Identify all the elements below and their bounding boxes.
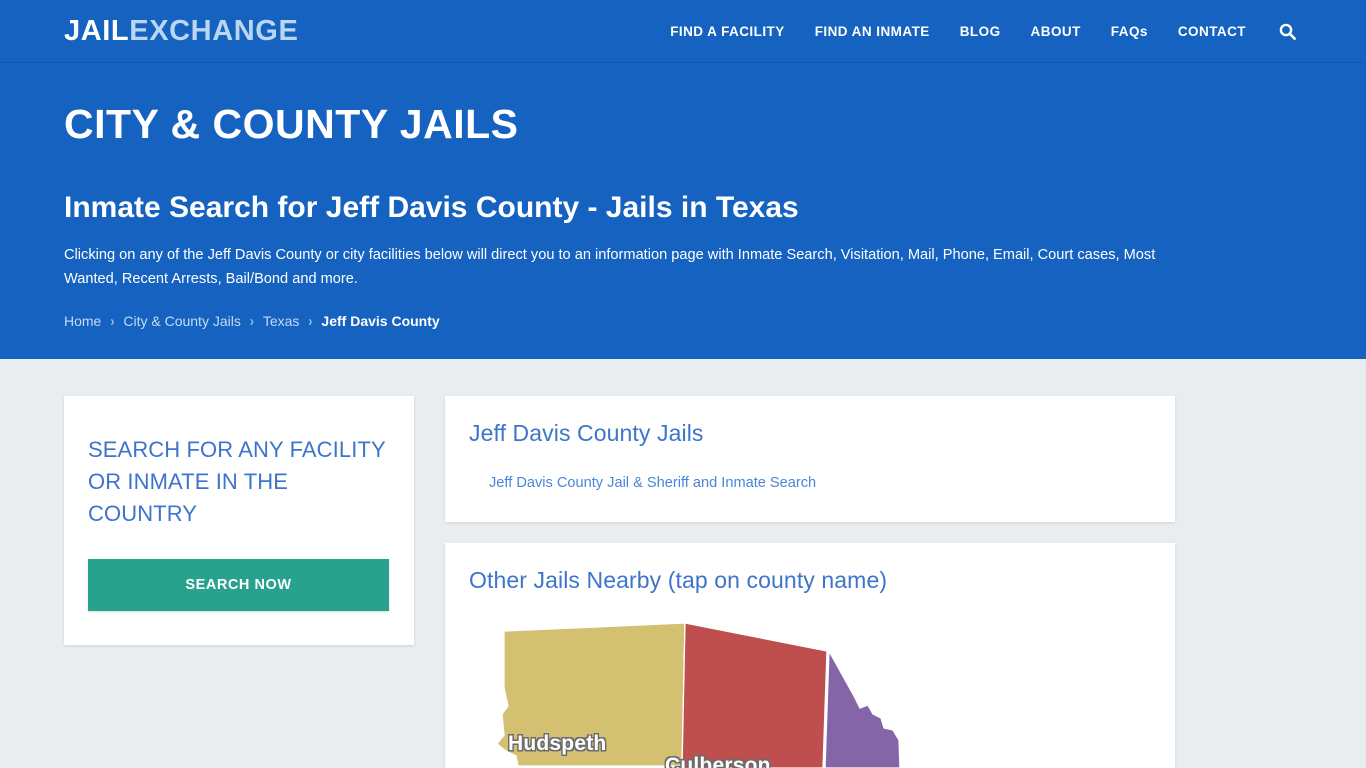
search-now-button[interactable]: SEARCH NOW	[88, 558, 389, 611]
county-jails-heading: Jeff Davis County Jails	[469, 420, 704, 446]
nearby-jails-card: Other Jails Nearby (tap on county name) …	[445, 543, 1175, 768]
nav-item-about[interactable]: ABOUT	[1016, 0, 1096, 63]
search-card-heading: SEARCH FOR ANY FACILITY OR INMATE IN THE…	[88, 437, 386, 526]
breadcrumb-item-city-county-jails[interactable]: City & County Jails	[123, 313, 240, 329]
breadcrumb-item-texas[interactable]: Texas	[263, 313, 300, 329]
nearby-jails-heading: Other Jails Nearby (tap on county name)	[469, 567, 888, 593]
site-logo[interactable]: JAILEXCHANGE	[64, 17, 298, 46]
county-jails-card: Jeff Davis County Jails Jeff Davis Count…	[445, 396, 1175, 522]
breadcrumb-item-current: Jeff Davis County	[321, 313, 440, 330]
right-column: Jeff Davis County Jails Jeff Davis Count…	[445, 396, 1175, 768]
left-column: SEARCH FOR ANY FACILITY OR INMATE IN THE…	[64, 396, 414, 645]
main-navigation: FIND A FACILITY FIND AN INMATE BLOG ABOU…	[655, 0, 1302, 63]
site-header: JAILEXCHANGE FIND A FACILITY FIND AN INM…	[0, 0, 1366, 63]
nav-item-faqs[interactable]: FAQs	[1096, 0, 1163, 63]
page-description: Clicking on any of the Jeff Davis County…	[64, 247, 1156, 287]
nav-item-blog[interactable]: BLOG	[945, 0, 1016, 63]
county-map[interactable]: Hudspeth Culberson	[482, 618, 1162, 768]
breadcrumb-item-home[interactable]: Home	[64, 313, 101, 329]
nav-item-find-a-facility[interactable]: FIND A FACILITY	[655, 0, 800, 63]
nav-item-find-an-inmate[interactable]: FIND AN INMATE	[800, 0, 945, 63]
breadcrumb-separator-icon: ›	[110, 312, 115, 331]
jail-link-jeff-davis-county[interactable]: Jeff Davis County Jail & Sheriff and Inm…	[489, 475, 816, 491]
map-county-hudspeth[interactable]	[496, 622, 686, 767]
nav-item-contact[interactable]: CONTACT	[1163, 0, 1261, 63]
main-content: SEARCH FOR ANY FACILITY OR INMATE IN THE…	[64, 359, 1302, 768]
search-facility-card: SEARCH FOR ANY FACILITY OR INMATE IN THE…	[64, 396, 414, 645]
breadcrumb: Home › City & County Jails › Texas › Jef…	[64, 312, 1302, 331]
map-county-reeves[interactable]	[824, 648, 901, 768]
logo-text-jail: JAIL	[64, 15, 130, 47]
page-title: Inmate Search for Jeff Davis County - Ja…	[64, 191, 799, 225]
list-item: Jeff Davis County Jail & Sheriff and Inm…	[489, 474, 1151, 492]
county-jails-list: Jeff Davis County Jail & Sheriff and Inm…	[469, 474, 1151, 492]
page-eyebrow-title: CITY & COUNTY JAILS	[64, 101, 519, 147]
map-county-culberson[interactable]	[681, 622, 828, 768]
breadcrumb-separator-icon: ›	[249, 312, 254, 331]
page-hero: CITY & COUNTY JAILS Inmate Search for Je…	[0, 63, 1366, 359]
logo-text-exchange: EXCHANGE	[129, 15, 299, 47]
breadcrumb-separator-icon: ›	[308, 312, 313, 331]
search-icon[interactable]	[1261, 23, 1302, 40]
